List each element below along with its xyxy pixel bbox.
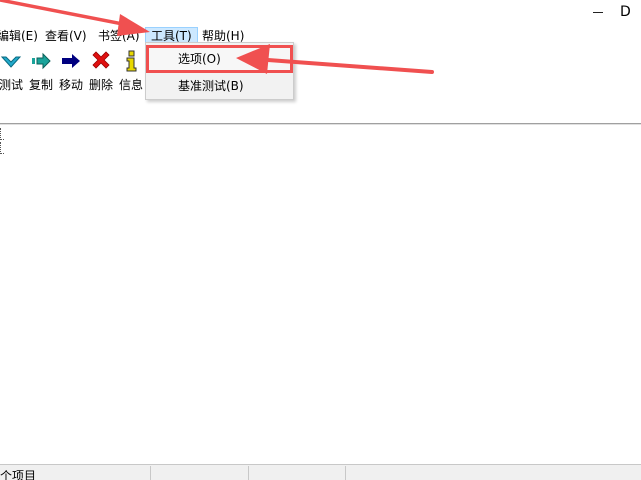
copy-arrow-icon xyxy=(32,52,51,70)
copy-label: 复制 xyxy=(28,78,53,92)
copy-button[interactable]: 复制 xyxy=(26,50,56,94)
test-button[interactable]: 测试 xyxy=(0,50,26,94)
menu-edit[interactable]: 编辑(E) xyxy=(0,27,43,45)
delete-label: 删除 xyxy=(88,78,113,92)
tree-connector xyxy=(0,128,4,140)
delete-x-icon xyxy=(92,51,110,69)
move-arrow-icon xyxy=(62,54,80,68)
info-icon xyxy=(126,50,137,72)
toolbar-separator xyxy=(0,123,641,125)
move-label: 移动 xyxy=(58,78,83,92)
menu-item-options[interactable]: 选项(O) xyxy=(146,45,293,73)
minimize-button[interactable] xyxy=(580,2,616,22)
file-list[interactable] xyxy=(0,126,641,464)
minimize-icon xyxy=(593,11,603,13)
status-divider xyxy=(345,466,346,480)
test-label: 测试 xyxy=(0,78,23,92)
toolbar: 测试 复制 移动 删除 信息 xyxy=(0,46,641,98)
tree-connector xyxy=(0,142,4,154)
menu-item-benchmark[interactable]: 基准测试(B) xyxy=(149,75,290,97)
window-title: D xyxy=(620,4,631,20)
tools-dropdown-menu: 选项(O) 基准测试(B) xyxy=(145,42,294,100)
info-button[interactable]: 信息 xyxy=(116,50,146,94)
delete-button[interactable]: 删除 xyxy=(86,50,116,94)
status-item-count: 个项目 xyxy=(0,469,37,480)
menu-view[interactable]: 查看(V) xyxy=(40,27,92,45)
menu-bar: 编辑(E) 查看(V) 书签(A) 工具(T) 帮助(H) xyxy=(0,26,641,46)
test-check-icon xyxy=(0,56,22,68)
title-bar: D xyxy=(0,0,641,26)
info-label: 信息 xyxy=(118,78,143,92)
status-divider xyxy=(150,466,151,480)
move-button[interactable]: 移动 xyxy=(56,50,86,94)
status-bar: 个项目 xyxy=(0,464,641,480)
status-divider xyxy=(248,466,249,480)
menu-bookmarks[interactable]: 书签(A) xyxy=(93,27,145,45)
